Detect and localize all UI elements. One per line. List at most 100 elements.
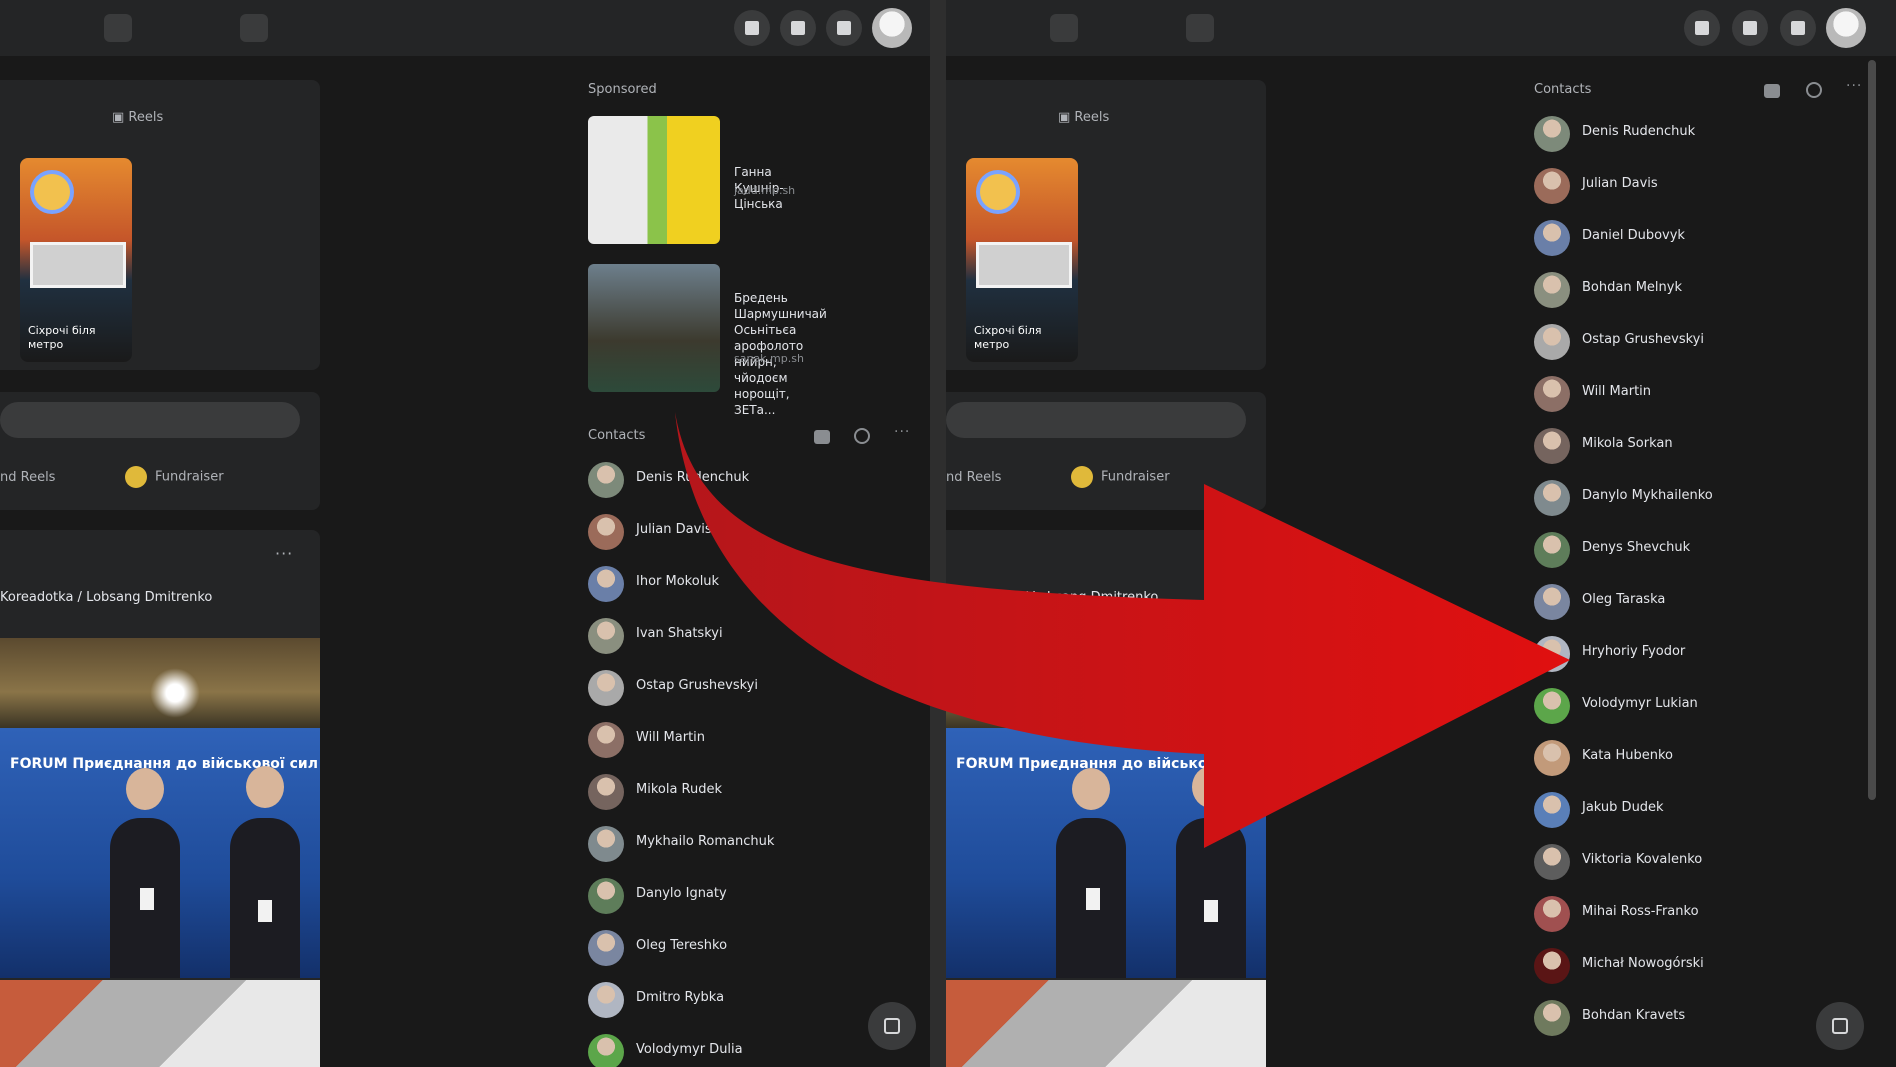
- contact-item[interactable]: Oleg Tereshko: [588, 926, 888, 970]
- photo-person-left-head: [126, 768, 164, 810]
- post-title[interactable]: Koreadotka / Lobsang Dmitrenko: [946, 590, 1158, 605]
- post-photo-second[interactable]: [0, 980, 320, 1067]
- contact-item[interactable]: Ostap Grushevskyi: [1534, 320, 1834, 364]
- stories-tab-label[interactable]: ▣ Reels: [112, 110, 163, 125]
- contact-item[interactable]: Mikola Sorkan: [1534, 424, 1834, 468]
- story-thumbnail[interactable]: Сіхрочі біля метро: [966, 158, 1078, 362]
- messenger-button[interactable]: [1732, 10, 1768, 46]
- post-more-options-icon[interactable]: ···: [275, 544, 293, 563]
- contact-item[interactable]: Dmitro Rybka: [588, 978, 888, 1022]
- contact-item[interactable]: Danylo Ignaty: [588, 874, 888, 918]
- contact-avatar: [588, 462, 624, 498]
- contact-avatar: [1534, 636, 1570, 672]
- post-photo-second[interactable]: [946, 980, 1266, 1067]
- story-caption: Сіхрочі біля метро: [28, 324, 96, 351]
- reels-chip[interactable]: nd Reels: [0, 470, 55, 485]
- contact-name: Michał Nowogórski: [1582, 956, 1704, 971]
- menu-grid-button[interactable]: [1684, 10, 1720, 46]
- fundraiser-label: Fundraiser: [1101, 469, 1170, 485]
- contact-item[interactable]: Will Martin: [1534, 372, 1834, 416]
- contact-item[interactable]: Ostap Grushevskyi: [588, 666, 888, 710]
- new-message-button[interactable]: [868, 1002, 916, 1050]
- contact-item[interactable]: Denis Rudenchuk: [1534, 112, 1834, 156]
- post-card: ··· Koreadotka / Lobsang Dmitrenko FORUM…: [946, 530, 1266, 1067]
- contacts-more-icon[interactable]: ···: [894, 424, 910, 440]
- contact-name: Volodymyr Dulia: [636, 1042, 743, 1057]
- contact-avatar: [588, 514, 624, 550]
- fundraiser-icon: [1071, 466, 1093, 488]
- contact-item[interactable]: Ivan Shatskyi: [588, 614, 888, 658]
- contact-avatar: [1534, 220, 1570, 256]
- new-message-button[interactable]: [1816, 1002, 1864, 1050]
- video-call-icon[interactable]: [1764, 84, 1780, 98]
- post-title[interactable]: Koreadotka / Lobsang Dmitrenko: [0, 590, 212, 605]
- contact-item[interactable]: Will Martin: [588, 718, 888, 762]
- video-icon[interactable]: [104, 14, 132, 42]
- notifications-button[interactable]: [1780, 10, 1816, 46]
- sponsored-item-image: [588, 116, 720, 244]
- contact-item[interactable]: Volodymyr Dulia: [588, 1030, 888, 1067]
- story-thumbnail[interactable]: Сіхрочі біля метро: [20, 158, 132, 362]
- search-icon[interactable]: [1806, 82, 1822, 98]
- sponsored-item-domain: sanak.mp.sh: [734, 352, 804, 365]
- post-more-options-icon[interactable]: ···: [1221, 544, 1239, 563]
- contacts-scrollbar[interactable]: [1868, 60, 1876, 800]
- story-frame-image: [976, 242, 1072, 288]
- contact-item[interactable]: Oleg Taraska: [1534, 580, 1834, 624]
- contact-item[interactable]: Bohdan Melnyk: [1534, 268, 1834, 312]
- fundraiser-chip[interactable]: Fundraiser: [125, 466, 224, 488]
- messenger-button[interactable]: [780, 10, 816, 46]
- contact-item[interactable]: Julian Davis: [1534, 164, 1834, 208]
- whats-on-your-mind-input[interactable]: [946, 402, 1246, 438]
- contact-item[interactable]: Mikola Rudek: [588, 770, 888, 814]
- reels-chip[interactable]: nd Reels: [946, 470, 1001, 485]
- contact-name: Ivan Shatskyi: [636, 626, 723, 641]
- contact-item[interactable]: Daniel Dubovyk: [1534, 216, 1834, 260]
- story-caption: Сіхрочі біля метро: [974, 324, 1042, 351]
- contact-avatar: [1534, 116, 1570, 152]
- contact-item[interactable]: Bohdan Kravets: [1534, 996, 1834, 1040]
- contact-avatar: [588, 878, 624, 914]
- contact-avatar: [1534, 168, 1570, 204]
- fundraiser-chip[interactable]: Fundraiser: [1071, 466, 1170, 488]
- stories-tab-label[interactable]: ▣ Reels: [1058, 110, 1109, 125]
- video-call-icon[interactable]: [814, 430, 830, 444]
- right-screenshot: ▣ Reels Сіхрочі біля метро nd Reels Fund…: [946, 0, 1896, 1067]
- account-avatar[interactable]: [872, 8, 912, 48]
- contact-item[interactable]: Kata Hubenko: [1534, 736, 1834, 780]
- contact-name: Jakub Dudek: [1582, 800, 1664, 815]
- contact-name: Denis Rudenchuk: [1582, 124, 1696, 139]
- contact-avatar: [1534, 948, 1570, 984]
- account-avatar[interactable]: [1826, 8, 1866, 48]
- contact-item[interactable]: Mykhailo Romanchuk: [588, 822, 888, 866]
- contact-item[interactable]: Volodymyr Lukian: [1534, 684, 1834, 728]
- contact-avatar: [588, 722, 624, 758]
- contact-item[interactable]: Hryhoriy Fyodor: [1534, 632, 1834, 676]
- post-photo[interactable]: FORUM Приєднання до військової сил: [946, 638, 1266, 978]
- menu-grid-button[interactable]: [734, 10, 770, 46]
- contact-name: Daniel Dubovyk: [1582, 228, 1685, 243]
- contact-item[interactable]: Julian Davis: [588, 510, 888, 554]
- contact-avatar: [588, 1034, 624, 1067]
- contact-item[interactable]: Viktoria Kovalenko: [1534, 840, 1834, 884]
- contact-name: Viktoria Kovalenko: [1582, 852, 1703, 867]
- contacts-more-icon[interactable]: ···: [1846, 78, 1862, 94]
- contact-item[interactable]: Denis Rudenchuk: [588, 458, 888, 502]
- photo-light: [150, 668, 200, 718]
- contact-item[interactable]: Michał Nowogórski: [1534, 944, 1834, 988]
- whats-on-your-mind-input[interactable]: [0, 402, 300, 438]
- contacts-heading: Contacts: [588, 428, 646, 443]
- video-icon[interactable]: [1050, 14, 1078, 42]
- post-photo[interactable]: FORUM Приєднання до військової сил: [0, 638, 320, 978]
- contact-item[interactable]: Mihai Ross-Franko: [1534, 892, 1834, 936]
- contact-item[interactable]: Danylo Mykhailenko: [1534, 476, 1834, 520]
- groups-icon[interactable]: [1186, 14, 1214, 42]
- search-icon[interactable]: [854, 428, 870, 444]
- contact-item[interactable]: Denys Shevchuk: [1534, 528, 1834, 572]
- contact-name: Hryhoriy Fyodor: [1582, 644, 1686, 659]
- contact-avatar: [1534, 740, 1570, 776]
- groups-icon[interactable]: [240, 14, 268, 42]
- contact-item[interactable]: Ihor Mokoluk: [588, 562, 888, 606]
- notifications-button[interactable]: [826, 10, 862, 46]
- contact-item[interactable]: Jakub Dudek: [1534, 788, 1834, 832]
